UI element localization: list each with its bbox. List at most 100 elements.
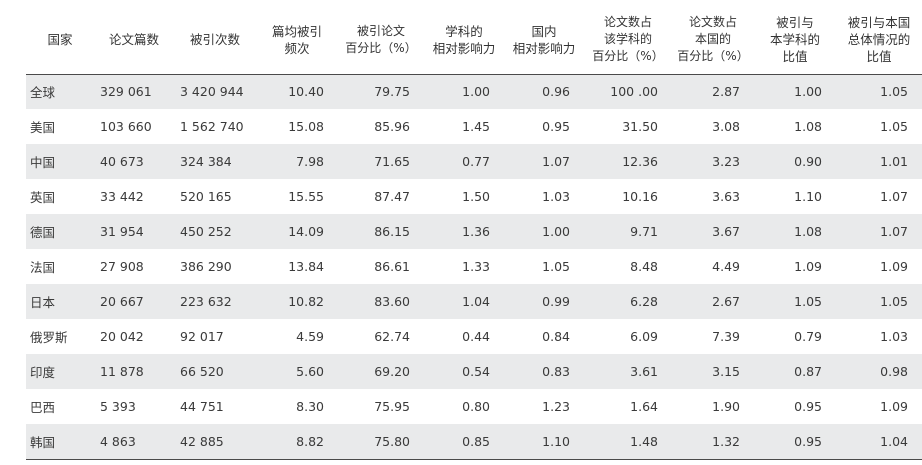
cell-domestic-relative-impact: 0.95 [542, 119, 570, 134]
country-cell: 德国 [30, 225, 56, 240]
table-row: 日本 20 667 223 632 10.82 83.60 1.04 0.99 6.28 2.6… [26, 284, 922, 319]
cell-cited-percent: 86.15 [374, 224, 410, 239]
cell-paper-count: 20 042 [100, 329, 144, 344]
citation-statistics-table: 国家 论文篇数 被引次数 篇均被引 频次 被引论文 百分比（%） 学科的 相对影响力 国内 相对影响… [26, 6, 922, 460]
header-row: 国家 论文篇数 被引次数 篇均被引 频次 被引论文 百分比（%） 学科的 相对影响力 国内 相对影响… [26, 6, 922, 74]
cell-national-citation-ratio: 1.09 [880, 259, 908, 274]
cell-field-share-percent: 8.48 [630, 259, 658, 274]
country-cell: 巴西 [30, 400, 56, 415]
cell-field-citation-ratio: 0.79 [794, 329, 822, 344]
cell-cited-percent: 86.61 [374, 259, 410, 274]
cell-national-share-percent: 2.67 [712, 294, 740, 309]
cell-national-citation-ratio: 1.03 [880, 329, 908, 344]
cell-paper-count: 103 660 [100, 119, 152, 134]
column-header-field-citation-ratio: 被引与 本学科的 比值 [769, 15, 820, 65]
citation-table-container: 国家 论文篇数 被引次数 篇均被引 频次 被引论文 百分比（%） 学科的 相对影响力 国内 相对影响… [0, 0, 922, 465]
cell-cited-percent: 79.75 [374, 84, 410, 100]
cell-field-citation-ratio: 1.10 [794, 189, 822, 204]
cell-paper-count: 329 061 [100, 84, 152, 100]
cell-field-share-percent: 6.09 [630, 329, 658, 344]
cell-field-citation-ratio: 1.08 [794, 119, 822, 134]
cell-field-share-percent: 31.50 [622, 119, 658, 134]
cell-avg-citations: 10.82 [288, 294, 324, 309]
cell-national-citation-ratio: 1.04 [880, 433, 908, 449]
cell-field-share-percent: 1.48 [630, 433, 658, 449]
cell-national-share-percent: 1.32 [712, 433, 740, 449]
country-cell: 英国 [30, 190, 56, 205]
cell-citation-count: 42 885 [180, 433, 224, 449]
cell-cited-percent: 83.60 [374, 294, 410, 309]
country-cell: 全球 [30, 85, 56, 101]
cell-paper-count: 40 673 [100, 154, 144, 169]
cell-national-citation-ratio: 0.98 [880, 364, 908, 379]
cell-domestic-relative-impact: 1.23 [542, 399, 570, 414]
cell-avg-citations: 8.82 [296, 433, 324, 449]
cell-avg-citations: 15.08 [288, 119, 324, 134]
cell-national-citation-ratio: 1.05 [880, 84, 908, 100]
cell-field-relative-impact: 0.77 [462, 154, 490, 169]
cell-avg-citations: 4.59 [296, 329, 324, 344]
cell-field-relative-impact: 1.36 [462, 224, 490, 239]
cell-field-citation-ratio: 1.05 [794, 294, 822, 309]
column-header-field-relative-impact: 学科的 相对影响力 [432, 23, 496, 56]
table-body: 全球 329 061 3 420 944 10.40 79.75 1.00 0.96 100 … [26, 74, 922, 459]
cell-national-share-percent: 3.67 [712, 224, 740, 239]
country-cell: 日本 [30, 295, 56, 310]
cell-domestic-relative-impact: 0.83 [542, 364, 570, 379]
cell-paper-count: 31 954 [100, 224, 144, 239]
cell-cited-percent: 71.65 [374, 154, 410, 169]
cell-cited-percent: 87.47 [374, 189, 410, 204]
cell-national-share-percent: 7.39 [712, 329, 740, 344]
cell-field-relative-impact: 0.44 [462, 329, 490, 344]
cell-avg-citations: 13.84 [288, 259, 324, 274]
cell-field-relative-impact: 1.04 [462, 294, 490, 309]
cell-paper-count: 20 667 [100, 294, 144, 309]
cell-national-share-percent: 2.87 [712, 84, 740, 100]
cell-national-share-percent: 3.08 [712, 119, 740, 134]
cell-citation-count: 223 632 [180, 294, 232, 309]
cell-national-share-percent: 4.49 [712, 259, 740, 274]
cell-cited-percent: 75.95 [374, 399, 410, 414]
cell-domestic-relative-impact: 0.99 [542, 294, 570, 309]
cell-domestic-relative-impact: 1.00 [542, 224, 570, 239]
column-header-citation-count: 被引次数 [189, 32, 240, 48]
cell-paper-count: 27 908 [100, 259, 144, 274]
column-header-avg-citations: 篇均被引 频次 [271, 23, 322, 56]
cell-field-citation-ratio: 0.87 [794, 364, 822, 379]
cell-avg-citations: 5.60 [296, 364, 324, 379]
cell-avg-citations: 7.98 [296, 154, 324, 169]
table-row: 法国 27 908 386 290 13.84 86.61 1.33 1.05 8.48 4.4… [26, 249, 922, 284]
column-header-paper-count: 论文篇数 [108, 32, 159, 48]
table-row: 英国 33 442 520 165 15.55 87.47 1.50 1.03 10.16 3.… [26, 179, 922, 214]
column-header-domestic-relative-impact: 国内 相对影响力 [512, 23, 576, 56]
cell-cited-percent: 85.96 [374, 119, 410, 134]
cell-domestic-relative-impact: 1.07 [542, 154, 570, 169]
cell-field-relative-impact: 0.80 [462, 399, 490, 414]
table-row: 美国 103 660 1 562 740 15.08 85.96 1.45 0.95 31.5… [26, 109, 922, 144]
cell-field-citation-ratio: 0.90 [794, 154, 822, 169]
cell-citation-count: 324 384 [180, 154, 232, 169]
cell-national-citation-ratio: 1.07 [880, 224, 908, 239]
column-header-cited-percent: 被引论文 百分比（%） [345, 23, 417, 55]
cell-field-citation-ratio: 1.09 [794, 259, 822, 274]
country-cell: 中国 [30, 155, 56, 170]
column-header-field-share-percent: 论文数占 该学科的 百分比（%） [592, 15, 664, 64]
cell-cited-percent: 69.20 [374, 364, 410, 379]
cell-field-citation-ratio: 0.95 [794, 399, 822, 414]
table-row: 印度 11 878 66 520 5.60 69.20 0.54 0.83 3.61 3.15 0… [26, 354, 922, 389]
cell-paper-count: 11 878 [100, 364, 144, 379]
cell-national-citation-ratio: 1.07 [880, 189, 908, 204]
table-row: 中国 40 673 324 384 7.98 71.65 0.77 1.07 12.36 3.2… [26, 144, 922, 179]
cell-national-share-percent: 1.90 [712, 399, 740, 414]
cell-field-relative-impact: 0.54 [462, 364, 490, 379]
cell-national-citation-ratio: 1.05 [880, 119, 908, 134]
cell-field-share-percent: 12.36 [622, 154, 658, 169]
table-row: 德国 31 954 450 252 14.09 86.15 1.36 1.00 9.71 3.6… [26, 214, 922, 249]
cell-field-citation-ratio: 1.00 [794, 84, 822, 100]
column-header-national-share-percent: 论文数占 本国的 百分比（%） [677, 15, 749, 64]
cell-field-citation-ratio: 0.95 [794, 433, 822, 449]
cell-field-relative-impact: 1.33 [462, 259, 490, 274]
cell-avg-citations: 15.55 [288, 189, 324, 204]
country-cell: 美国 [30, 120, 56, 135]
country-cell: 俄罗斯 [30, 330, 68, 345]
